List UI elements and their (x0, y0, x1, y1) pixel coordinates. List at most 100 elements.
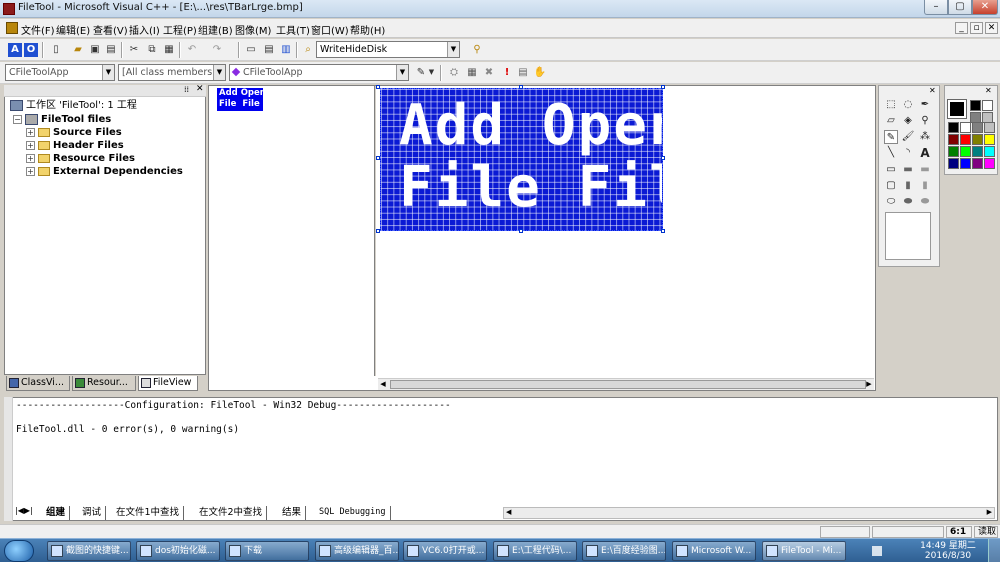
expand-icon[interactable]: + (26, 153, 35, 163)
maximize-button[interactable]: ▢ (948, 0, 972, 15)
menu-project[interactable]: 工程(P) (163, 22, 197, 37)
find-in-files-icon[interactable]: ⌕ (301, 43, 315, 57)
output-horizontal-scrollbar[interactable]: ◀ ▶ (503, 507, 995, 519)
tree-folder-source-files[interactable]: + Source Files (26, 126, 122, 139)
build-icon[interactable]: ▦ (465, 66, 479, 80)
font-o-icon[interactable]: O (24, 43, 38, 57)
resize-handle[interactable] (376, 229, 380, 233)
tree-workspace-root[interactable]: 工作区 'FileTool': 1 工程 (10, 99, 137, 112)
bitmap-zoomed-canvas[interactable]: Add Open File File (380, 88, 663, 231)
airbrush-icon[interactable]: ⁂ (918, 130, 932, 144)
color-swatch[interactable] (948, 146, 959, 157)
tab-scroll-icons[interactable]: |◀▶| (15, 506, 33, 515)
color-swatch[interactable] (984, 134, 995, 145)
scroll-right-icon[interactable]: ▶ (987, 508, 992, 516)
tab-find-in-files-1[interactable]: 在文件1中查找 (113, 506, 185, 520)
eraser-icon[interactable]: ▱ (884, 114, 898, 128)
resize-handle[interactable] (519, 85, 523, 89)
taskbar-task[interactable]: 下载 (225, 541, 309, 561)
members-combo[interactable]: [All class members] ▼ (118, 64, 226, 81)
resize-handle[interactable] (661, 229, 665, 233)
tool-options-box[interactable] (885, 212, 931, 260)
lasso-select-icon[interactable]: ◌ (901, 98, 915, 112)
color-swatch[interactable] (960, 146, 971, 157)
taskbar-task[interactable]: VC6.0打开或... (403, 541, 487, 561)
menu-window[interactable]: 窗口(W) (311, 22, 349, 37)
font-a-icon[interactable]: A (8, 43, 22, 57)
show-desktop-button[interactable] (988, 539, 1000, 562)
workspace-icon[interactable]: ▭ (244, 43, 258, 57)
close-button[interactable]: ✕ (972, 0, 998, 15)
fill-bucket-icon[interactable]: ◈ (901, 114, 915, 128)
tab-results[interactable]: 结果 (279, 506, 307, 520)
menu-help[interactable]: 帮助(H) (350, 22, 385, 37)
compile-icon[interactable]: ⛭ (447, 66, 461, 80)
color-swatch[interactable] (972, 134, 983, 145)
taskbar-task[interactable]: FileTool - Mi... (762, 541, 846, 561)
menu-view[interactable]: 查看(V) (93, 22, 128, 37)
paste-icon[interactable]: ▦ (162, 43, 176, 57)
color-swatch[interactable] (972, 158, 983, 169)
undo-icon[interactable]: ↶ (185, 43, 199, 57)
expand-icon[interactable]: + (26, 127, 35, 137)
taskbar-task[interactable]: 截图的快捷键... (47, 541, 131, 561)
stop-build-icon[interactable]: ✖ (482, 66, 496, 80)
start-button[interactable] (4, 540, 34, 562)
function-combo[interactable]: CFileToolApp ▼ (229, 64, 409, 81)
mdi-restore-button[interactable]: ▫ (970, 22, 983, 34)
curve-icon[interactable]: ◝ (901, 146, 915, 160)
eyedropper-icon[interactable]: ✒ (918, 98, 932, 112)
color-swatch[interactable] (970, 112, 981, 123)
class-combo[interactable]: CFileToolApp ▼ (5, 64, 115, 81)
color-swatch[interactable] (948, 122, 959, 133)
line-icon[interactable]: ╲ (884, 146, 898, 160)
magnifier-icon[interactable]: ⚲ (918, 114, 932, 128)
tab-debug[interactable]: 调试 (79, 506, 107, 520)
color-swatch[interactable] (982, 100, 993, 111)
save-icon[interactable]: ▣ (88, 43, 102, 57)
output-grip[interactable] (4, 397, 13, 521)
solid-rounded-rect-icon[interactable]: ▮ (918, 179, 932, 193)
color-swatch[interactable] (960, 122, 971, 133)
scroll-right-icon[interactable]: ▶ (864, 379, 874, 390)
color-swatch[interactable] (984, 146, 995, 157)
foreground-background-indicator[interactable] (947, 99, 967, 119)
chevron-down-icon[interactable]: ▼ (102, 65, 114, 80)
document-icon[interactable] (6, 22, 18, 34)
wizard-action-icon[interactable]: ✎ (414, 66, 428, 80)
text-tool-icon[interactable]: A (918, 146, 932, 160)
color-swatch[interactable] (960, 158, 971, 169)
rounded-rect-icon[interactable]: ▢ (884, 179, 898, 193)
taskbar-task[interactable]: E:\百度经验图... (582, 541, 666, 561)
clock[interactable]: 14:49 星期二 2016/8/30 (920, 541, 976, 561)
color-swatch[interactable] (984, 122, 995, 133)
editor-horizontal-scrollbar[interactable]: ◀ ▶ (378, 378, 874, 390)
taskbar-task[interactable]: E:\工程代码\... (493, 541, 577, 561)
resize-handle[interactable] (376, 156, 380, 160)
taskbar-task[interactable]: Microsoft W... (672, 541, 756, 561)
color-swatch[interactable] (960, 134, 971, 145)
pencil-icon[interactable]: ✎ (884, 130, 898, 144)
tab-resourceview[interactable]: Resour... (72, 376, 136, 391)
color-swatch[interactable] (972, 146, 983, 157)
rect-select-icon[interactable]: ⬚ (884, 98, 898, 112)
menu-file[interactable]: 文件(F) (21, 22, 55, 37)
menu-build[interactable]: 组建(B) (198, 22, 233, 37)
mdi-minimize-button[interactable]: _ (955, 22, 968, 34)
scroll-left-icon[interactable]: ◀ (506, 508, 511, 516)
color-swatch[interactable] (972, 122, 983, 133)
tab-classview[interactable]: ClassVi... (6, 376, 70, 391)
tree-folder-resource-files[interactable]: + Resource Files (26, 152, 135, 165)
scroll-left-icon[interactable]: ◀ (378, 379, 388, 390)
resize-handle[interactable] (661, 85, 665, 89)
menu-tools[interactable]: 工具(T) (276, 22, 310, 37)
expand-icon[interactable]: + (26, 140, 35, 150)
scroll-thumb[interactable] (390, 380, 866, 389)
menu-insert[interactable]: 插入(I) (129, 22, 160, 37)
collapse-icon[interactable]: − (13, 114, 22, 124)
new-file-icon[interactable]: ▯ (49, 43, 63, 57)
save-all-icon[interactable]: ▤ (104, 43, 118, 57)
execute-icon[interactable]: ! (500, 66, 514, 80)
color-swatch[interactable] (970, 100, 981, 111)
tree-folder-header-files[interactable]: + Header Files (26, 139, 124, 152)
